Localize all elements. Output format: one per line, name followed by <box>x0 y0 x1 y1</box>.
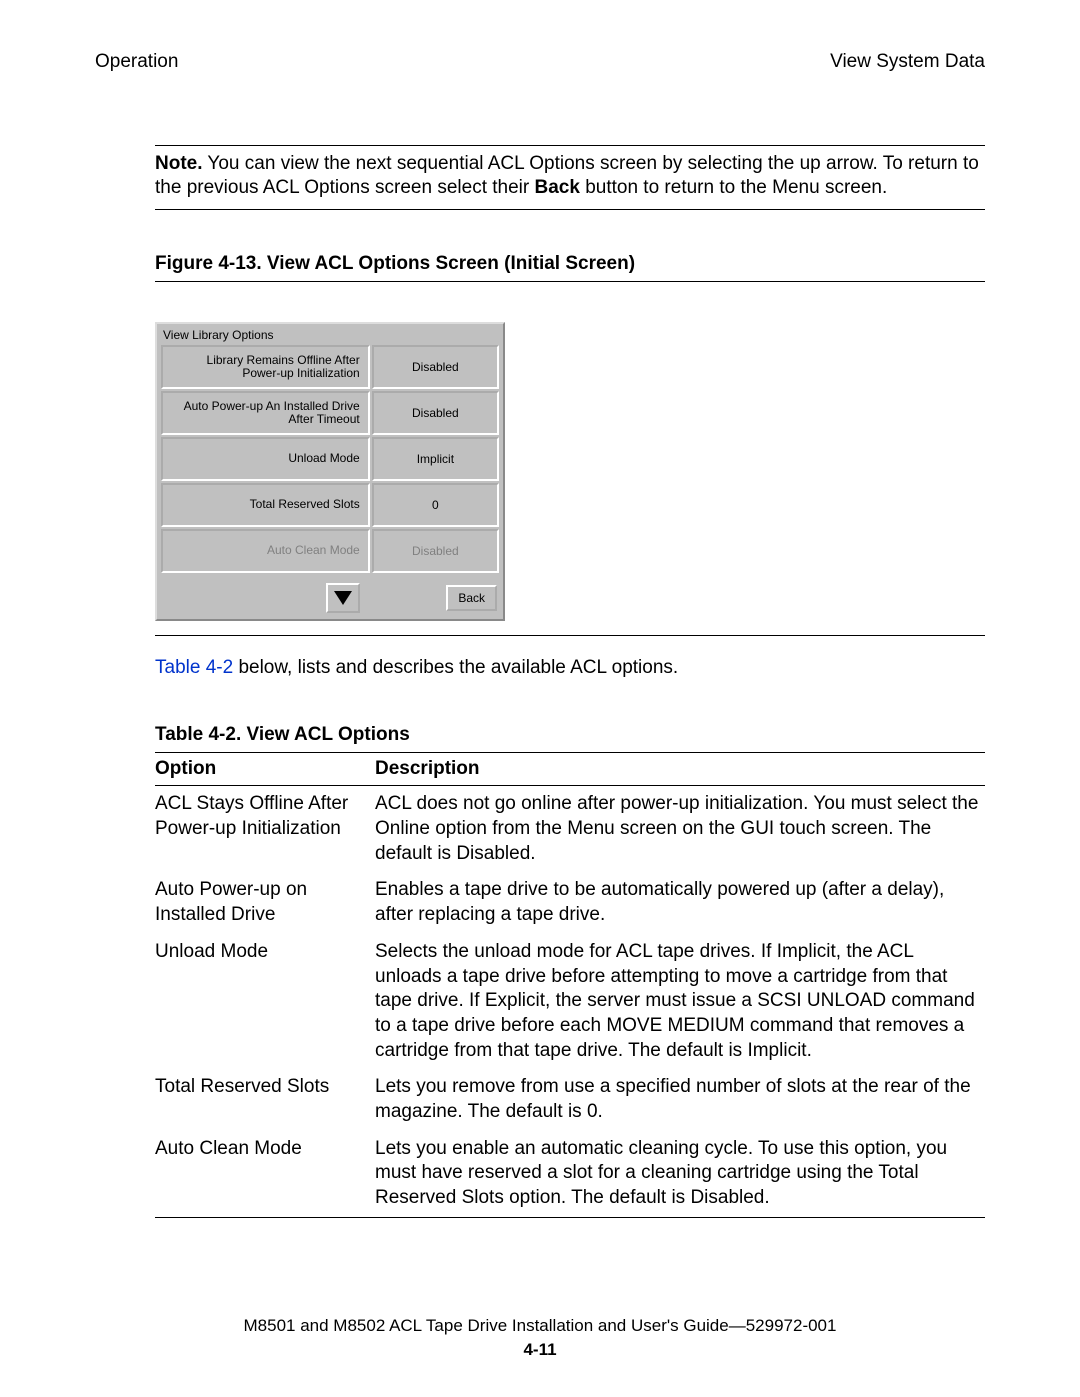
cell-option: Unload Mode <box>155 934 375 1069</box>
acl-options-table: Option Description ACL Stays Offline Aft… <box>155 752 985 1218</box>
option-label: Auto Clean Mode <box>161 529 370 573</box>
cell-option: Total Reserved Slots <box>155 1069 375 1130</box>
table-row: Auto Power-up on Installed Drive Enables… <box>155 872 985 933</box>
cell-option: Auto Power-up on Installed Drive <box>155 872 375 933</box>
option-label: Unload Mode <box>161 437 370 481</box>
note-block: Note. You can view the next sequential A… <box>155 145 985 210</box>
table-row: Total Reserved Slots Lets you remove fro… <box>155 1069 985 1130</box>
col-header-description: Description <box>375 752 985 786</box>
table-caption: Table 4-2. View ACL Options <box>155 723 985 748</box>
note-text-2: button to return to the Menu screen. <box>580 177 887 198</box>
option-row: Auto Power-up An Installed Drive After T… <box>161 391 499 435</box>
panel-title: View Library Options <box>157 324 503 346</box>
view-library-options-panel: View Library Options Library Remains Off… <box>155 322 505 622</box>
option-value: 0 <box>372 483 499 527</box>
intro-paragraph: Table 4-2 below, lists and describes the… <box>155 656 985 681</box>
cell-description: Selects the unload mode for ACL tape dri… <box>375 934 985 1069</box>
table-row: Unload Mode Selects the unload mode for … <box>155 934 985 1069</box>
option-label: Library Remains Offline After Power-up I… <box>161 345 370 389</box>
note-label: Note. <box>155 153 203 174</box>
footer-doc-title: M8501 and M8502 ACL Tape Drive Installat… <box>244 1316 837 1335</box>
cell-option: Auto Clean Mode <box>155 1131 375 1218</box>
option-row: Unload Mode Implicit <box>161 437 499 481</box>
cell-description: ACL does not go online after power-up in… <box>375 786 985 873</box>
figure-caption: Figure 4-13. View ACL Options Screen (In… <box>155 252 985 282</box>
option-value: Disabled <box>372 529 499 573</box>
option-value: Disabled <box>372 391 499 435</box>
cell-option: ACL Stays Offline After Power-up Initial… <box>155 786 375 873</box>
cell-description: Enables a tape drive to be automatically… <box>375 872 985 933</box>
table-crossref-link[interactable]: Table 4-2 <box>155 657 233 678</box>
option-row-disabled: Auto Clean Mode Disabled <box>161 529 499 573</box>
table-row: Auto Clean Mode Lets you enable an autom… <box>155 1131 985 1218</box>
col-header-option: Option <box>155 752 375 786</box>
note-bold-word: Back <box>535 177 580 198</box>
option-label: Auto Power-up An Installed Drive After T… <box>161 391 370 435</box>
page-footer: M8501 and M8502 ACL Tape Drive Installat… <box>0 1315 1080 1361</box>
cell-description: Lets you remove from use a specified num… <box>375 1069 985 1130</box>
back-button[interactable]: Back <box>446 585 497 611</box>
cell-description: Lets you enable an automatic cleaning cy… <box>375 1131 985 1218</box>
option-label: Total Reserved Slots <box>161 483 370 527</box>
option-value: Implicit <box>372 437 499 481</box>
table-row: ACL Stays Offline After Power-up Initial… <box>155 786 985 873</box>
footer-page-number: 4-11 <box>0 1339 1080 1361</box>
next-screen-button[interactable] <box>326 583 360 613</box>
option-value: Disabled <box>372 345 499 389</box>
horizontal-rule <box>155 635 985 636</box>
header-right: View System Data <box>830 50 985 75</box>
intro-rest: below, lists and describes the available… <box>233 657 678 678</box>
option-row: Library Remains Offline After Power-up I… <box>161 345 499 389</box>
header-left: Operation <box>95 50 178 75</box>
option-row: Total Reserved Slots 0 <box>161 483 499 527</box>
chevron-down-icon <box>334 591 352 605</box>
